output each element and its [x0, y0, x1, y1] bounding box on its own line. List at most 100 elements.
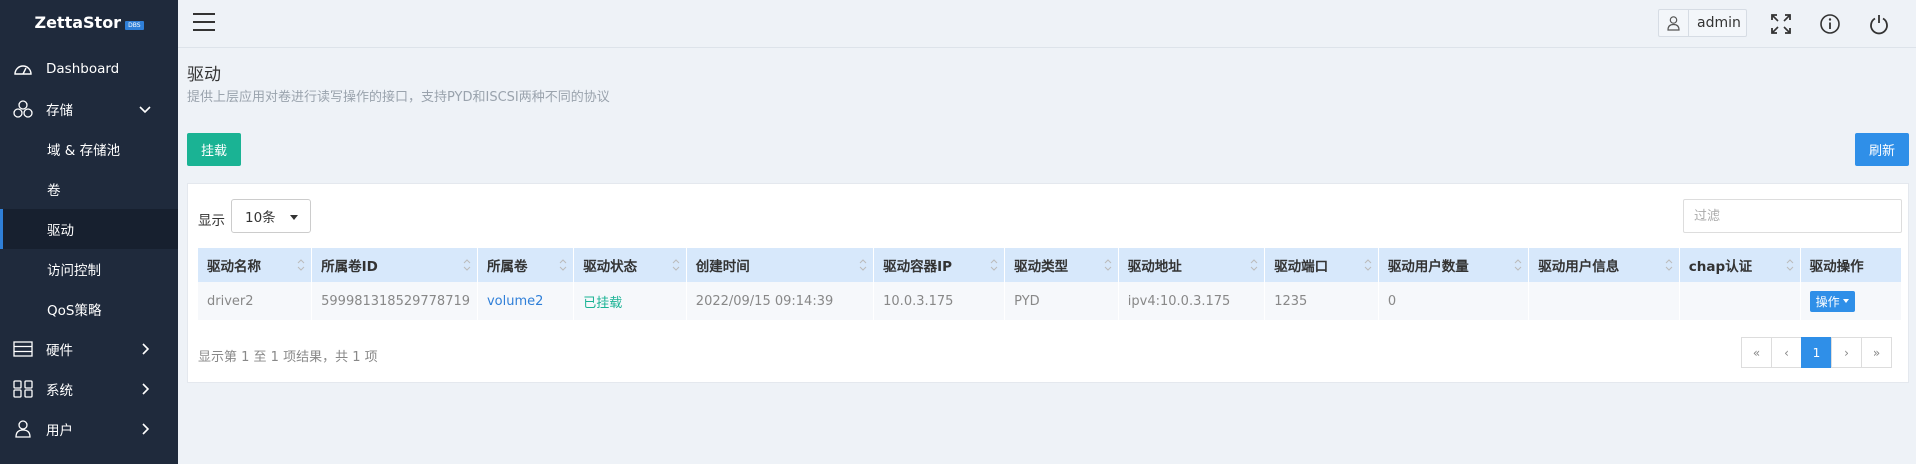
col-header[interactable]: 驱动容器IP: [873, 248, 1006, 282]
col-header[interactable]: chap认证: [1679, 248, 1801, 282]
user-menu[interactable]: admin: [1658, 9, 1747, 37]
cell-volume-id: 599981318529778719: [311, 282, 478, 320]
cell-name: driver2: [198, 282, 313, 320]
sidebar-subitem-volume[interactable]: 卷: [0, 169, 178, 209]
col-header: 驱动操作: [1800, 248, 1903, 282]
page-current-button[interactable]: 1: [1801, 337, 1832, 368]
top-bar: admin: [178, 0, 1916, 48]
sort-icon: [1786, 259, 1793, 271]
sidebar: ZettaStor DBS Dashboard 存储 域 & 存储池 卷 驱动 …: [0, 0, 178, 464]
chevron-right-icon: [142, 383, 150, 395]
sidebar-subitem-label: 域 & 存储池: [47, 143, 121, 159]
table-header-row: 驱动名称 所属卷ID 所属卷 驱动状态 创建时间 驱动容器IP 驱动类型 驱动地…: [198, 248, 1903, 282]
col-header[interactable]: 驱动地址: [1118, 248, 1266, 282]
sidebar-item-user[interactable]: 用户: [0, 409, 178, 449]
sort-icon: [463, 259, 471, 271]
sidebar-subitem-label: 卷: [47, 183, 61, 199]
cell-container-ip: 10.0.3.175: [873, 282, 1006, 320]
sidebar-subitem-access-control[interactable]: 访问控制: [0, 249, 178, 289]
dashboard-gauge-icon: [12, 60, 34, 78]
page-size-select[interactable]: 10条: [231, 199, 311, 233]
sidebar-item-storage[interactable]: 存储: [0, 89, 178, 129]
sidebar-subitem-label: QoS策略: [47, 303, 102, 319]
cell-status: 已挂载: [573, 282, 687, 320]
col-header[interactable]: 创建时间: [686, 248, 875, 282]
user-icon: [12, 420, 34, 438]
caret-down-icon: [290, 215, 298, 220]
sidebar-item-dashboard[interactable]: Dashboard: [0, 49, 178, 89]
col-header[interactable]: 所属卷ID: [311, 248, 478, 282]
cell-port: 1235: [1264, 282, 1379, 320]
system-grid-icon: [12, 380, 34, 398]
sort-icon: [1514, 259, 1522, 271]
sort-icon: [672, 259, 680, 271]
sort-icon: [1250, 259, 1258, 271]
sort-icon: [1104, 259, 1112, 271]
sort-icon: [1665, 259, 1673, 271]
user-icon: [1659, 10, 1689, 36]
cell-volume-link[interactable]: volume2: [477, 282, 575, 320]
sidebar-item-label: 用户: [46, 423, 73, 439]
sidebar-subitem-qos[interactable]: QoS策略: [0, 289, 178, 329]
col-header[interactable]: 驱动端口: [1264, 248, 1379, 282]
logo[interactable]: ZettaStor DBS: [0, 0, 178, 44]
page-size-label: 显示: [198, 213, 225, 229]
caret-down-icon: [1842, 299, 1849, 303]
sidebar-item-system[interactable]: 系统: [0, 369, 178, 409]
cell-created: 2022/09/15 09:14:39: [686, 282, 875, 320]
col-header[interactable]: 所属卷: [477, 248, 575, 282]
cell-chap: [1679, 282, 1801, 320]
sidebar-item-hardware[interactable]: 硬件: [0, 329, 178, 369]
cell-user-info: [1528, 282, 1680, 320]
mount-button[interactable]: 挂载: [187, 133, 241, 166]
sidebar-subitem-domain-pool[interactable]: 域 & 存储池: [0, 129, 178, 169]
page-next-button[interactable]: ›: [1831, 337, 1862, 368]
sort-icon: [297, 259, 305, 271]
col-header[interactable]: 驱动用户信息: [1528, 248, 1680, 282]
sidebar-item-label: 存储: [46, 103, 73, 119]
page-last-button[interactable]: »: [1861, 337, 1892, 368]
logo-text: ZettaStor: [34, 12, 122, 32]
table-info: 显示第 1 至 1 项结果，共 1 项: [198, 350, 378, 365]
sidebar-subitem-driver[interactable]: 驱动: [0, 209, 178, 249]
col-header[interactable]: 驱动状态: [573, 248, 687, 282]
refresh-button[interactable]: 刷新: [1855, 133, 1909, 166]
logo-badge: DBS: [125, 20, 144, 30]
driver-table: 驱动名称 所属卷ID 所属卷 驱动状态 创建时间 驱动容器IP 驱动类型 驱动地…: [198, 248, 1903, 320]
sort-icon: [859, 259, 867, 271]
sidebar-subitem-label: 访问控制: [47, 263, 101, 279]
fullscreen-icon[interactable]: [1770, 13, 1792, 35]
storage-cluster-icon: [12, 100, 34, 118]
col-header[interactable]: 驱动名称: [198, 248, 313, 282]
page-title: 驱动: [187, 65, 221, 85]
table-panel: 显示 10条 驱动名称 所属卷ID 所属卷 驱动状态 创建时间 驱动容器IP 驱…: [187, 183, 1909, 383]
sidebar-item-label: 硬件: [46, 343, 73, 359]
page-size-value: 10条: [245, 210, 276, 226]
cell-type: PYD: [1004, 282, 1119, 320]
sort-icon: [559, 259, 567, 271]
power-icon[interactable]: [1868, 13, 1890, 35]
sidebar-item-label: Dashboard: [46, 61, 120, 77]
row-action-button[interactable]: 操作: [1809, 290, 1855, 312]
page-prev-button[interactable]: ‹: [1771, 337, 1802, 368]
page-first-button[interactable]: «: [1741, 337, 1772, 368]
chevron-down-icon: [139, 106, 151, 114]
col-header[interactable]: 驱动类型: [1004, 248, 1119, 282]
sort-icon: [1364, 259, 1372, 271]
cell-user-count: 0: [1378, 282, 1530, 320]
sort-icon: [990, 259, 998, 271]
chevron-right-icon: [142, 423, 150, 435]
chevron-right-icon: [142, 343, 150, 355]
col-header[interactable]: 驱动用户数量: [1378, 248, 1530, 282]
info-icon[interactable]: [1819, 13, 1841, 35]
sidebar-subitem-label: 驱动: [47, 223, 74, 239]
sidebar-item-label: 系统: [46, 383, 73, 399]
username: admin: [1697, 15, 1741, 31]
table-row: driver2 599981318529778719 volume2 已挂载 2…: [198, 282, 1903, 320]
cell-action: 操作: [1800, 282, 1903, 320]
pagination: « ‹ 1 › »: [1741, 337, 1892, 368]
menu-toggle-icon[interactable]: [193, 13, 215, 33]
filter-input[interactable]: [1683, 199, 1902, 233]
page-subtitle: 提供上层应用对卷进行读写操作的接口，支持PYD和ISCSI两种不同的协议: [187, 90, 610, 105]
hardware-server-icon: [12, 340, 34, 358]
